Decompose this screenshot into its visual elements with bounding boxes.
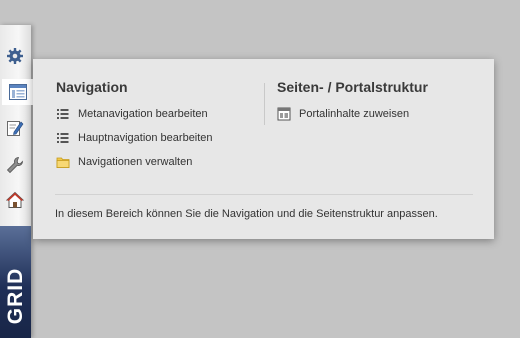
folder-icon [56, 157, 70, 168]
info-text: In diesem Bereich können Sie die Navigat… [55, 208, 438, 220]
brand-logo: GRID [0, 226, 31, 338]
menu-item-portalinhalte-zuweisen[interactable]: Portalinhalte zuweisen [277, 106, 409, 122]
edit-button[interactable] [2, 115, 27, 141]
home-icon [5, 191, 24, 208]
navigation-dropdown-panel: Navigation Metanavigation bearbeiten Hau… [33, 59, 494, 239]
list-icon [57, 109, 69, 119]
list-icon [57, 133, 69, 143]
menu-item-label: Hauptnavigation bearbeiten [78, 132, 213, 144]
column-divider [264, 83, 265, 125]
tools-button[interactable] [2, 152, 27, 178]
portal-layout-icon [277, 107, 291, 121]
menu-item-navigationen-verwalten[interactable]: Navigationen verwalten [56, 154, 192, 170]
gear-icon [6, 48, 23, 64]
left-toolbar: GRID [0, 25, 34, 338]
settings-button[interactable] [2, 43, 27, 69]
home-button[interactable] [2, 187, 27, 213]
menu-item-hauptnavigation[interactable]: Hauptnavigation bearbeiten [56, 130, 213, 146]
layout-icon [9, 84, 27, 100]
wrench-icon [6, 157, 23, 174]
layout-button[interactable] [2, 79, 34, 105]
menu-item-label: Metanavigation bearbeiten [78, 108, 208, 120]
menu-item-metanavigation[interactable]: Metanavigation bearbeiten [56, 106, 208, 122]
horizontal-divider [55, 194, 473, 195]
brand-text: GRID [4, 267, 27, 325]
structure-title: Seiten- / Portalstruktur [277, 79, 428, 95]
navigation-title: Navigation [56, 79, 128, 95]
menu-item-label: Portalinhalte zuweisen [299, 108, 410, 120]
menu-item-label: Navigationen verwalten [78, 156, 193, 168]
edit-icon [6, 121, 23, 136]
